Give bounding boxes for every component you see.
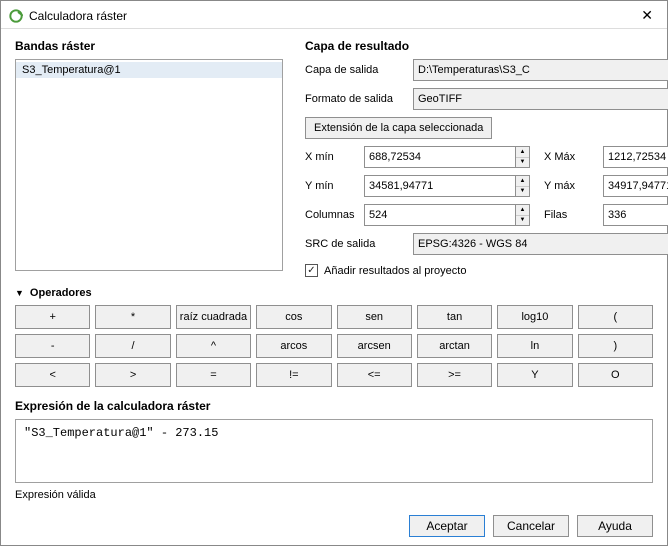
op-log10[interactable]: log10 xyxy=(497,305,572,329)
selected-layer-extent-button[interactable]: Extensión de la capa seleccionada xyxy=(305,117,492,139)
op-ge[interactable]: >= xyxy=(417,363,492,387)
expression-textarea[interactable]: "S3_Temperatura@1" - 273.15 xyxy=(15,419,653,483)
op-divide[interactable]: / xyxy=(95,334,170,358)
xmax-label: X Máx xyxy=(544,151,599,163)
rows-label: Filas xyxy=(544,209,599,221)
op-atan[interactable]: arctan xyxy=(417,334,492,358)
app-icon xyxy=(9,9,23,23)
help-button[interactable]: Ayuda xyxy=(577,515,653,537)
op-lt[interactable]: < xyxy=(15,363,90,387)
cols-input[interactable]: ▲▼ xyxy=(364,204,530,226)
result-title: Capa de resultado xyxy=(305,39,668,53)
xmin-input[interactable]: ▲▼ xyxy=(364,146,530,168)
op-acos[interactable]: arcos xyxy=(256,334,331,358)
op-asin[interactable]: arcsen xyxy=(337,334,412,358)
rows-input[interactable]: ▲▼ xyxy=(603,204,668,226)
close-icon[interactable]: ✕ xyxy=(635,7,659,24)
operators-header[interactable]: ▼ Operadores xyxy=(15,287,653,299)
op-cos[interactable]: cos xyxy=(256,305,331,329)
crs-label: SRC de salida xyxy=(305,238,409,250)
ymin-input[interactable]: ▲▼ xyxy=(364,175,530,197)
expression-title: Expresión de la calculadora ráster xyxy=(15,399,653,413)
op-or[interactable]: O xyxy=(578,363,653,387)
ymin-label: Y mín xyxy=(305,180,360,192)
xmin-label: X mín xyxy=(305,151,360,163)
op-le[interactable]: <= xyxy=(337,363,412,387)
op-tan[interactable]: tan xyxy=(417,305,492,329)
op-paren-close[interactable]: ) xyxy=(578,334,653,358)
op-ne[interactable]: != xyxy=(256,363,331,387)
output-format-label: Formato de salida xyxy=(305,93,409,105)
op-multiply[interactable]: * xyxy=(95,305,170,329)
op-and[interactable]: Y xyxy=(497,363,572,387)
op-paren-open[interactable]: ( xyxy=(578,305,653,329)
op-sin[interactable]: sen xyxy=(337,305,412,329)
op-ln[interactable]: ln xyxy=(497,334,572,358)
window-title: Calculadora ráster xyxy=(29,9,127,23)
crs-select[interactable]: EPSG:4326 - WGS 84 ▾ xyxy=(413,233,668,255)
op-minus[interactable]: - xyxy=(15,334,90,358)
cols-label: Columnas xyxy=(305,209,360,221)
accept-button[interactable]: Aceptar xyxy=(409,515,485,537)
add-result-label: Añadir resultados al proyecto xyxy=(324,265,466,277)
bands-list[interactable]: S3_Temperatura@1 xyxy=(15,59,283,271)
expression-status: Expresión válida xyxy=(15,489,653,501)
ymax-input[interactable]: ▲▼ xyxy=(603,175,668,197)
output-layer-field[interactable]: D:\Temperaturas\S3_C ▾ xyxy=(413,59,668,81)
ymax-label: Y máx xyxy=(544,180,599,192)
op-eq[interactable]: = xyxy=(176,363,251,387)
op-sqrt[interactable]: raíz cuadrada xyxy=(176,305,251,329)
triangle-down-icon: ▼ xyxy=(15,288,24,298)
op-gt[interactable]: > xyxy=(95,363,170,387)
output-layer-label: Capa de salida xyxy=(305,64,409,76)
cancel-button[interactable]: Cancelar xyxy=(493,515,569,537)
op-plus[interactable]: + xyxy=(15,305,90,329)
bands-title: Bandas ráster xyxy=(15,39,283,53)
xmax-input[interactable]: ▲▼ xyxy=(603,146,668,168)
titlebar: Calculadora ráster ✕ xyxy=(1,1,667,29)
list-item[interactable]: S3_Temperatura@1 xyxy=(16,62,282,78)
output-format-select[interactable]: GeoTIFF ▾ xyxy=(413,88,668,110)
add-result-checkbox[interactable]: ✓ xyxy=(305,264,318,277)
op-power[interactable]: ^ xyxy=(176,334,251,358)
